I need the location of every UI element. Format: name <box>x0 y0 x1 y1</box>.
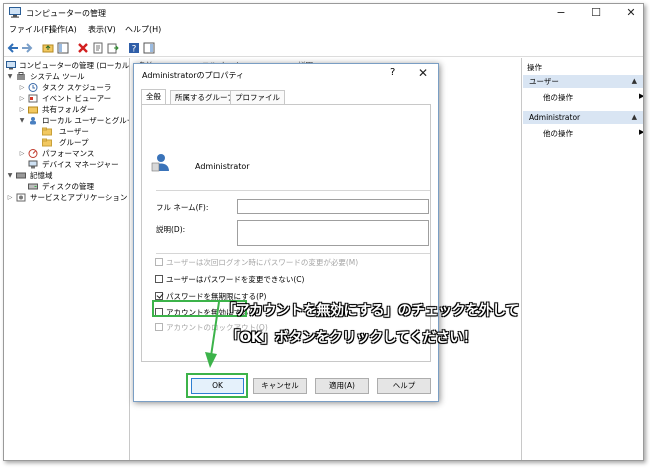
tab-general[interactable]: 全般 <box>141 89 166 104</box>
computer-management-icon <box>6 61 16 70</box>
description-label: 説明(D): <box>156 225 186 234</box>
menu-bar: ファイル(F) 操作(A) 表示(V) ヘルプ(H) <box>4 23 643 37</box>
close-button[interactable]: ✕ <box>622 6 640 20</box>
chevron-down-icon[interactable]: ▼ <box>18 115 26 126</box>
ok-button[interactable]: OK <box>191 378 244 394</box>
general-tab-panel: Administrator フル ネーム(F): 説明(D): ユーザーは次回ロ… <box>141 104 431 362</box>
disk-management-icon <box>28 183 38 190</box>
cancel-button[interactable]: キャンセル <box>253 378 307 394</box>
back-arrow-icon[interactable] <box>7 42 19 54</box>
cannot-change-password-checkbox[interactable]: ユーザーはパスワードを変更できない(C) <box>155 275 304 285</box>
chevron-right-icon[interactable]: ▷ <box>18 93 26 104</box>
user-name: Administrator <box>195 162 250 171</box>
menu-view[interactable]: 表示(V) <box>88 24 116 35</box>
actions-pane: 操作 ユーザー ▲ 他の操作 ▶ Administrator ▲ 他の操作 ▶ <box>523 58 643 460</box>
forward-arrow-icon[interactable] <box>21 42 33 54</box>
device-manager-icon <box>28 160 38 169</box>
dialog-close-button[interactable]: ✕ <box>418 66 428 80</box>
description-field[interactable] <box>237 220 429 246</box>
computer-management-icon <box>9 7 21 18</box>
folder-icon <box>42 138 52 147</box>
properties-icon[interactable] <box>92 42 104 54</box>
services-icon <box>16 193 26 202</box>
tab-profile[interactable]: プロファイル <box>230 90 285 104</box>
menu-help[interactable]: ヘルプ(H) <box>125 24 161 35</box>
window-title: コンピューターの管理 <box>26 9 106 18</box>
administrator-properties-dialog: Administratorのプロパティ ? ✕ 全般 所属するグループ プロファ… <box>133 63 439 402</box>
user-icon <box>151 154 169 172</box>
svg-text:?: ? <box>132 45 137 55</box>
task-scheduler-icon <box>28 83 38 92</box>
actions-section-administrator[interactable]: Administrator ▲ <box>523 111 643 124</box>
dialog-title: Administratorのプロパティ <box>142 71 245 80</box>
title-bar: コンピューターの管理 − ☐ ✕ <box>4 4 643 22</box>
folder-up-icon[interactable] <box>42 42 54 54</box>
chevron-right-icon[interactable]: ▷ <box>6 192 14 203</box>
action-pane-icon[interactable] <box>143 42 155 54</box>
separator <box>156 190 430 191</box>
full-name-label: フル ネーム(F): <box>156 203 209 212</box>
toolbar: ? <box>4 39 643 57</box>
chevron-right-icon: ▶ <box>639 128 644 136</box>
collapse-up-icon[interactable]: ▲ <box>632 75 637 88</box>
shared-folder-icon <box>28 106 38 114</box>
maximize-button[interactable]: ☐ <box>587 6 605 20</box>
annotation-line-2: 「OK」ボタンをクリックしてください！ <box>226 330 477 346</box>
chevron-right-icon[interactable]: ▷ <box>18 104 26 115</box>
console-tree: コンピューターの管理 (ローカル) ▼ システム ツール ▷ タスク スケジュー… <box>4 58 141 460</box>
apply-button[interactable]: 適用(A) <box>315 378 369 394</box>
delete-icon[interactable] <box>77 42 89 54</box>
folder-icon <box>42 127 52 136</box>
chevron-right-icon[interactable]: ▷ <box>18 148 26 159</box>
actions-section-users[interactable]: ユーザー ▲ <box>523 75 643 88</box>
dialog-help-button[interactable]: ? <box>390 67 395 78</box>
chevron-right-icon: ▶ <box>639 92 644 100</box>
collapse-up-icon[interactable]: ▲ <box>632 111 637 124</box>
chevron-right-icon[interactable]: ▷ <box>18 82 26 93</box>
chevron-down-icon[interactable]: ▼ <box>6 71 14 82</box>
menu-file[interactable]: ファイル(F) <box>9 24 52 35</box>
must-change-password-checkbox: ユーザーは次回ログオン時にパスワードの変更が必要(M) <box>155 258 358 268</box>
minimize-button[interactable]: − <box>552 6 570 20</box>
menu-action[interactable]: 操作(A) <box>49 24 77 35</box>
more-actions-administrator[interactable]: 他の操作 ▶ <box>543 128 643 139</box>
show-hide-tree-icon[interactable] <box>57 42 69 54</box>
annotation-line-1: 「アカウントを無効にする」のチェックを外して <box>222 303 519 319</box>
chevron-down-icon[interactable]: ▼ <box>6 170 14 181</box>
storage-icon <box>16 172 26 179</box>
actions-title: 操作 <box>527 63 542 72</box>
system-tools-icon <box>17 72 25 80</box>
export-list-icon[interactable] <box>107 42 119 54</box>
more-actions-users[interactable]: 他の操作 ▶ <box>543 92 643 103</box>
help-button[interactable]: ヘルプ <box>377 378 431 394</box>
full-name-field[interactable] <box>237 199 429 214</box>
annotation-arrow-icon <box>205 301 220 368</box>
help-icon[interactable]: ? <box>128 42 140 54</box>
performance-icon <box>28 149 38 158</box>
separator <box>156 253 430 254</box>
users-group-icon <box>30 117 36 125</box>
event-viewer-icon <box>28 94 38 103</box>
